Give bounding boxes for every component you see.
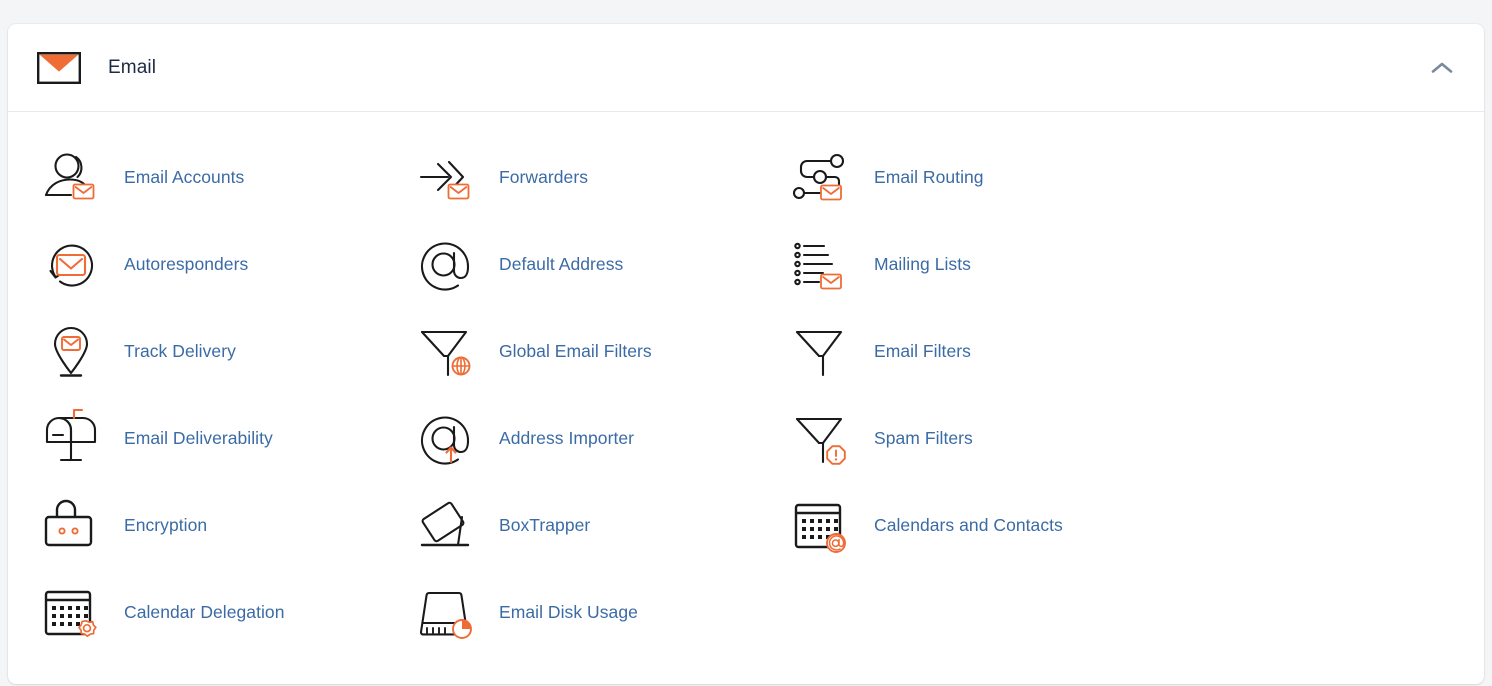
tool-mailing-lists[interactable]: Mailing Lists [792,221,1167,308]
tool-label: Email Disk Usage [499,602,638,622]
tool-label: Encryption [124,515,208,535]
tool-label: Default Address [499,254,624,274]
at-sign-icon [417,235,477,295]
chevron-up-icon[interactable] [1424,50,1460,86]
mailbox-flag-icon [42,408,102,469]
routing-nodes-envelope-icon [792,148,852,208]
email-tools-grid: Email Accounts Forwarders Email Routing … [32,134,1460,656]
envelope-icon [36,45,82,91]
tool-encryption[interactable]: Encryption [42,482,417,569]
tool-address-importer[interactable]: Address Importer [417,395,792,482]
email-tools-body: Email Accounts Forwarders Email Routing … [8,112,1484,684]
tool-email-filters[interactable]: Email Filters [792,308,1167,395]
tool-email-deliverability[interactable]: Email Deliverability [42,395,417,482]
tool-email-routing[interactable]: Email Routing [792,134,1167,221]
padlock-icon [42,496,102,556]
tool-forwarders[interactable]: Forwarders [417,134,792,221]
tool-label: Spam Filters [874,428,973,448]
tool-calendar-delegation[interactable]: Calendar Delegation [42,569,417,656]
disk-pie-icon [417,583,477,643]
map-pin-envelope-icon [42,322,102,382]
calendar-at-icon [792,496,852,556]
bullet-list-envelope-icon [792,235,852,295]
circular-arrow-envelope-icon [42,235,102,295]
tool-label: Forwarders [499,167,588,187]
tool-email-disk-usage[interactable]: Email Disk Usage [417,569,792,656]
tool-label: Autoresponders [124,254,249,274]
tool-label: Email Accounts [124,167,245,187]
tool-label: Address Importer [499,428,635,448]
tool-global-email-filters[interactable]: Global Email Filters [417,308,792,395]
user-envelope-icon [42,148,102,208]
tool-autoresponders[interactable]: Autoresponders [42,221,417,308]
tool-label: Calendar Delegation [124,602,285,622]
email-section-header[interactable]: Email [8,24,1484,112]
funnel-icon [792,322,852,382]
email-section-card: Email Email Accounts Forwarders Email Ro… [8,24,1484,684]
tool-spam-filters[interactable]: Spam Filters [792,395,1167,482]
tool-label: BoxTrapper [499,515,591,535]
funnel-globe-icon [417,322,477,382]
tool-track-delivery[interactable]: Track Delivery [42,308,417,395]
tool-label: Global Email Filters [499,341,652,361]
page-title: Email [108,56,157,78]
tool-label: Email Deliverability [124,428,273,448]
calendar-gear-icon [42,583,102,643]
at-sign-up-arrow-icon [417,409,477,469]
arrows-forward-envelope-icon [417,148,477,208]
tool-label: Mailing Lists [874,254,971,274]
tool-label: Track Delivery [124,341,236,361]
funnel-alert-icon [792,409,852,469]
tool-label: Email Routing [874,167,984,187]
box-trap-icon [417,496,477,556]
tool-label: Email Filters [874,341,971,361]
tool-email-accounts[interactable]: Email Accounts [42,134,417,221]
tool-default-address[interactable]: Default Address [417,221,792,308]
tool-label: Calendars and Contacts [874,515,1063,535]
tool-calendars-and-contacts[interactable]: Calendars and Contacts [792,482,1167,569]
tool-boxtrapper[interactable]: BoxTrapper [417,482,792,569]
